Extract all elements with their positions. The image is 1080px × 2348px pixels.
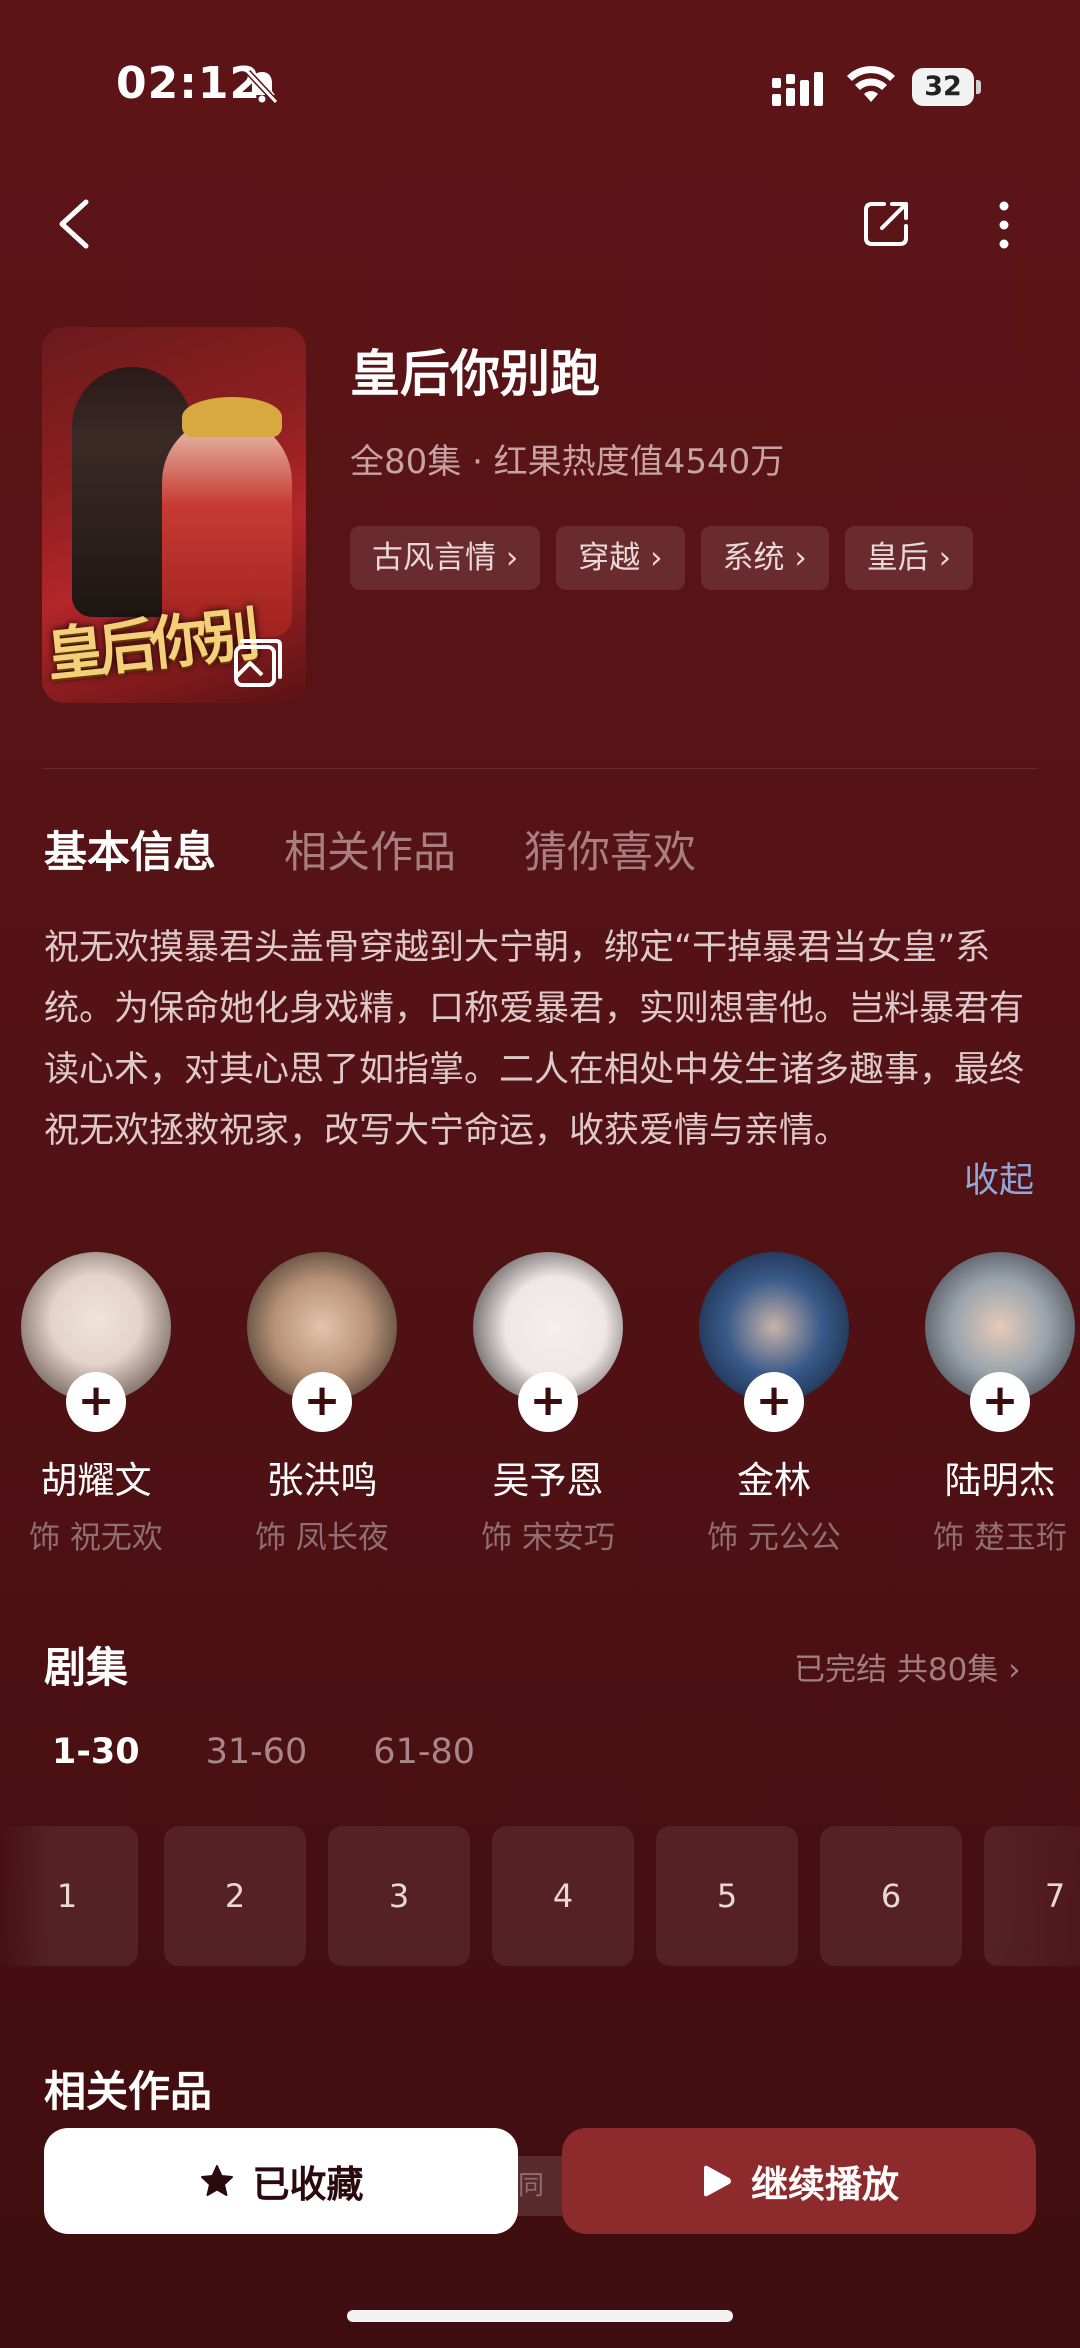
gallery-icon bbox=[234, 639, 282, 687]
genre-tags: 古风言情 › 穿越 › 系统 › 皇后 › bbox=[350, 526, 974, 590]
continue-play-button[interactable]: 继续播放 bbox=[562, 2128, 1036, 2234]
episode-button[interactable]: 6 bbox=[820, 1826, 962, 1966]
episode-button[interactable]: 3 bbox=[328, 1826, 470, 1966]
show-meta: 全80集 · 红果热度值4540万 bbox=[350, 442, 785, 482]
cast-name: 张洪鸣 bbox=[266, 1459, 378, 1502]
cast-role: 饰 祝无欢 bbox=[29, 1520, 163, 1556]
battery-indicator: 32 bbox=[912, 68, 982, 106]
tag-time-travel[interactable]: 穿越 › bbox=[556, 526, 685, 590]
follow-plus-icon[interactable]: + bbox=[292, 1372, 352, 1432]
cast-list: + 胡耀文 饰 祝无欢 + 张洪鸣 饰 凤长夜 + 吴予恩 饰 宋安巧 + 金林… bbox=[0, 1252, 1080, 1562]
more-options-icon[interactable] bbox=[996, 200, 1012, 250]
episodes-status-link[interactable]: 已完结 共80集 › bbox=[794, 1644, 1021, 1689]
range-tab-61-80[interactable]: 61-80 bbox=[373, 1732, 475, 1772]
show-description: 祝无欢摸暴君头盖骨穿越到大宁朝，绑定“干掉暴君当女皇”系统。为保命她化身戏精，口… bbox=[44, 928, 1025, 1151]
tab-recommendations[interactable]: 猜你喜欢 bbox=[524, 818, 696, 880]
poster-headdress bbox=[182, 397, 282, 437]
follow-plus-icon[interactable]: + bbox=[66, 1372, 126, 1432]
back-arrow-icon[interactable] bbox=[52, 196, 96, 252]
episode-button[interactable]: 4 bbox=[492, 1826, 634, 1966]
cast-name: 胡耀文 bbox=[40, 1459, 152, 1502]
cast-role: 饰 楚玉珩 bbox=[933, 1520, 1067, 1556]
collect-label: 已收藏 bbox=[252, 2163, 364, 2206]
related-works-title: 相关作品 bbox=[44, 2067, 213, 2116]
follow-plus-icon[interactable]: + bbox=[518, 1372, 578, 1432]
range-tab-1-30[interactable]: 1-30 bbox=[52, 1732, 140, 1772]
battery-cap bbox=[976, 80, 981, 94]
episode-range-tabs: 1-30 31-60 61-80 bbox=[52, 1732, 475, 1772]
tab-related-works[interactable]: 相关作品 bbox=[284, 818, 456, 880]
episode-button[interactable]: 7 bbox=[984, 1826, 1080, 1966]
tab-basic-info[interactable]: 基本信息 bbox=[44, 818, 216, 880]
play-icon bbox=[704, 2165, 731, 2197]
home-indicator[interactable] bbox=[347, 2310, 733, 2322]
episode-button[interactable]: 1 bbox=[0, 1826, 138, 1966]
share-icon[interactable] bbox=[862, 198, 912, 248]
episode-grid: 1 2 3 4 5 6 7 bbox=[0, 1826, 1080, 1966]
continue-play-label: 继续播放 bbox=[751, 2163, 899, 2206]
section-divider bbox=[42, 768, 1038, 769]
follow-plus-icon[interactable]: + bbox=[744, 1372, 804, 1432]
cast-role: 饰 凤长夜 bbox=[255, 1520, 389, 1556]
related-item-peek: 同 bbox=[518, 2156, 562, 2216]
collapse-button[interactable]: 收起 bbox=[964, 1152, 1034, 1203]
episodes-title: 剧集 bbox=[44, 1643, 129, 1692]
wifi-icon bbox=[847, 66, 895, 102]
cellular-signal-icon bbox=[772, 72, 823, 106]
detail-tabs: 基本信息 相关作品 猜你喜欢 bbox=[44, 818, 696, 880]
tag-ancient-romance[interactable]: 古风言情 › bbox=[350, 526, 541, 590]
cast-role: 饰 宋安巧 bbox=[481, 1520, 615, 1556]
episode-button[interactable]: 2 bbox=[164, 1826, 306, 1966]
tag-empress[interactable]: 皇后 › bbox=[844, 526, 974, 590]
range-tab-31-60[interactable]: 31-60 bbox=[206, 1732, 308, 1772]
episode-button[interactable]: 5 bbox=[656, 1826, 798, 1966]
follow-plus-icon[interactable]: + bbox=[970, 1372, 1030, 1432]
cast-name: 吴予恩 bbox=[492, 1459, 604, 1502]
tag-system[interactable]: 系统 › bbox=[700, 526, 829, 590]
star-icon bbox=[200, 2165, 233, 2196]
bell-muted-icon bbox=[245, 69, 279, 105]
show-poster[interactable]: 皇后你别跑 bbox=[42, 327, 306, 703]
cast-name: 陆明杰 bbox=[944, 1459, 1056, 1502]
status-time: 02:12 bbox=[116, 58, 262, 109]
show-title: 皇后你别跑 bbox=[350, 345, 600, 403]
cast-name: 金林 bbox=[737, 1459, 811, 1502]
battery-level: 32 bbox=[912, 68, 974, 106]
cast-role: 饰 元公公 bbox=[707, 1520, 841, 1556]
collect-button[interactable]: 已收藏 bbox=[44, 2128, 518, 2234]
